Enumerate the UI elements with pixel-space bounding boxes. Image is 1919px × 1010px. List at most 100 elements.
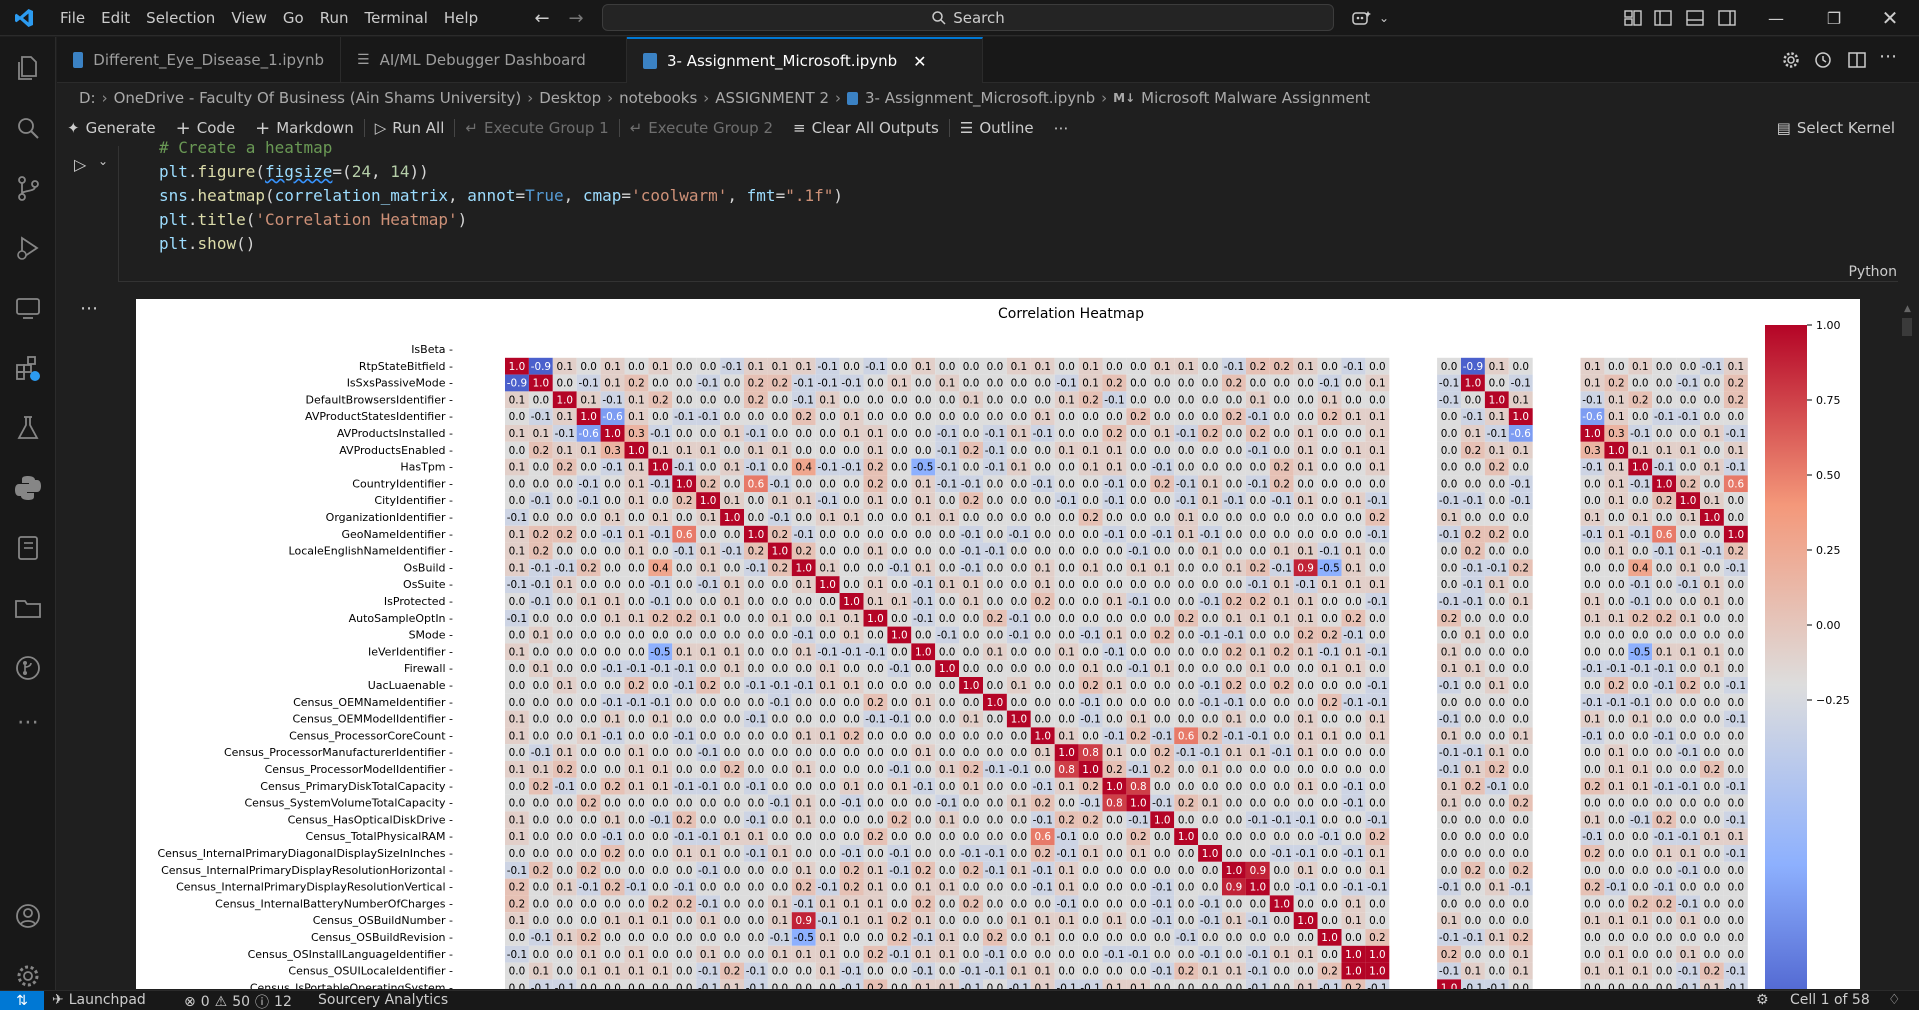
cell-value: 0.1 (939, 378, 956, 390)
forward-arrow-icon[interactable]: → (564, 6, 588, 30)
run-all-button[interactable]: ▷ Run All (365, 119, 455, 137)
settings-gear-icon[interactable] (13, 961, 43, 991)
cell-value: 0.0 (772, 982, 789, 989)
explorer-icon[interactable] (13, 53, 43, 83)
cell-value: 0.0 (1154, 613, 1171, 625)
chevron-down-icon[interactable]: ⌄ (98, 154, 108, 168)
scroll-up-icon[interactable]: ▲ (1904, 304, 1912, 314)
cell-value: 0.1 (509, 428, 526, 440)
cell-value: 0.2 (1489, 529, 1506, 541)
split-editor-icon[interactable] (1847, 50, 1867, 70)
add-code-cell-button[interactable]: + Code (166, 118, 246, 139)
cell-value: -0.1 (1272, 495, 1292, 507)
menu-terminal[interactable]: Terminal (357, 9, 436, 27)
remote-indicator-icon[interactable]: ⇅ (0, 991, 44, 1010)
breadcrumb-item[interactable]: Desktop (539, 89, 601, 107)
scrollbar-thumb[interactable] (1902, 318, 1912, 336)
generate-button[interactable]: ✦ Generate (57, 119, 166, 137)
toggle-secondary-sidebar-icon[interactable] (1716, 7, 1738, 29)
breadcrumb-item[interactable]: Microsoft Malware Assignment (1141, 89, 1370, 107)
more-actions-icon[interactable]: ⋯ (1879, 46, 1897, 67)
toggle-panel-icon[interactable] (1684, 7, 1706, 29)
source-control-icon[interactable] (13, 173, 43, 203)
menu-help[interactable]: Help (436, 9, 486, 27)
minimize-icon[interactable]: — (1762, 6, 1790, 30)
cell-value: 0.0 (1154, 411, 1171, 423)
restore-icon[interactable]: ❐ (1820, 6, 1848, 30)
cell-value: -0.1 (507, 512, 527, 524)
cell-value: 0.0 (700, 630, 717, 642)
extensions-icon[interactable] (13, 353, 43, 383)
customize-layout-icon[interactable] (1622, 7, 1644, 29)
notebook-icon[interactable] (13, 533, 43, 563)
remote-explorer-icon[interactable] (13, 293, 43, 323)
notifications-bell-icon[interactable]: ♢ (1888, 992, 1901, 1008)
outline-button[interactable]: ☰ Outline (950, 119, 1044, 137)
cell-position-item[interactable]: Cell 1 of 58 (1790, 992, 1870, 1008)
gear-icon[interactable] (1781, 50, 1801, 70)
cell-value: 0.1 (628, 966, 645, 978)
execute-group-2-button[interactable]: ↵ Execute Group 2 (620, 119, 783, 137)
chevron-down-icon[interactable]: ⌄ (1372, 6, 1396, 30)
output-more-icon[interactable]: ⋯ (80, 298, 98, 319)
cell-value: 0.1 (1297, 982, 1314, 989)
close-window-icon[interactable]: ✕ (1876, 6, 1904, 30)
git-graph-icon[interactable] (13, 653, 43, 683)
menu-view[interactable]: View (223, 9, 275, 27)
add-markdown-cell-button[interactable]: + Markdown (245, 118, 364, 139)
copilot-icon[interactable] (1350, 7, 1372, 29)
menu-go[interactable]: Go (275, 9, 312, 27)
copilot-status-icon[interactable]: ⚙ (1756, 992, 1769, 1008)
tab-different-eye-disease[interactable]: Different_Eye_Disease_1.ipynb (57, 37, 341, 83)
more-views-icon[interactable]: ⋯ (13, 712, 43, 743)
breadcrumb-item[interactable]: D: (79, 89, 96, 107)
cell-value: 1.0 (1632, 462, 1649, 474)
editor-scrollbar[interactable]: ▲ (1898, 146, 1919, 990)
cell-value: -0.1 (1248, 966, 1268, 978)
select-kernel-button[interactable]: ▤ Select Kernel (1767, 119, 1905, 137)
back-arrow-icon[interactable]: ← (530, 6, 554, 30)
menu-selection[interactable]: Selection (138, 9, 223, 27)
cell-value: 0.0 (1632, 798, 1649, 810)
more-toolbar-icon[interactable]: ⋯ (1044, 119, 1079, 137)
breadcrumb-item[interactable]: 3- Assignment_Microsoft.ipynb (865, 89, 1095, 107)
cell-value: 0.0 (533, 512, 550, 524)
toggle-sidebar-icon[interactable] (1652, 7, 1674, 29)
breadcrumb-item[interactable]: ASSIGNMENT 2 (715, 89, 829, 107)
cell-value: 0.0 (772, 630, 789, 642)
cell-value: 0.0 (1441, 848, 1458, 860)
run-debug-icon[interactable] (13, 233, 43, 263)
execute-group-1-button[interactable]: ↵ Execute Group 1 (455, 119, 618, 137)
cell-value: 0.0 (1130, 495, 1147, 507)
menu-file[interactable]: File (52, 9, 93, 27)
cell-value: 0.0 (1584, 646, 1601, 658)
python-icon[interactable] (13, 473, 43, 503)
breadcrumb-item[interactable]: OneDrive - Faculty Of Business (Ain Sham… (114, 89, 522, 107)
cell-value: 0.1 (1680, 915, 1697, 927)
search-sidebar-icon[interactable] (13, 113, 43, 143)
close-tab-icon[interactable]: ✕ (913, 52, 926, 71)
cell-language-label[interactable]: Python (1848, 264, 1897, 280)
cell-value: -0.1 (818, 361, 838, 373)
menu-run[interactable]: Run (312, 9, 357, 27)
menu-edit[interactable]: Edit (93, 9, 138, 27)
cell-value: 0.0 (1226, 663, 1243, 675)
launchpad-item[interactable]: ✈ Launchpad (52, 992, 146, 1008)
cell-value: 0.0 (1584, 898, 1601, 910)
cell-value: 0.1 (819, 562, 836, 574)
cell-value: -0.1 (1224, 495, 1244, 507)
clear-outputs-button[interactable]: ≡ Clear All Outputs (783, 119, 949, 137)
code-cell-editor[interactable]: # Create a heatmap plt.figure(figsize=(2… (118, 138, 1898, 282)
tab-assignment-microsoft[interactable]: 3- Assignment_Microsoft.ipynb ✕ (627, 37, 983, 83)
sourcery-item[interactable]: Sourcery Analytics (318, 992, 448, 1008)
run-cell-icon[interactable]: ▷ (74, 155, 86, 174)
history-icon[interactable] (1813, 50, 1833, 70)
testing-flask-icon[interactable] (13, 413, 43, 443)
cell-value: 0.1 (509, 730, 526, 742)
breadcrumb-item[interactable]: notebooks (619, 89, 697, 107)
tab-ai-ml-debugger[interactable]: ☰ AI/ML Debugger Dashboard (341, 37, 627, 83)
accounts-icon[interactable] (13, 901, 43, 931)
command-center-search[interactable]: Search (602, 4, 1334, 31)
folder-icon[interactable] (13, 593, 43, 623)
problems-item[interactable]: ⊗ 0 ⚠ 50 ⓘ 12 (184, 992, 292, 1010)
